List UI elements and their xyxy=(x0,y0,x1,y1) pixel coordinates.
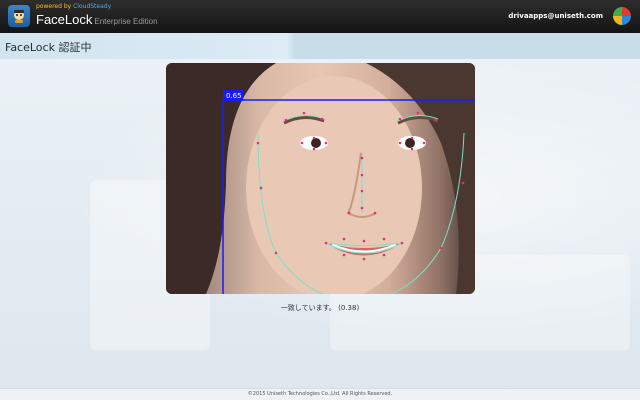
copyright-text: ©2015 Uniseth Technologies Co.,Ltd. All … xyxy=(247,391,393,397)
pupil-right xyxy=(405,138,415,148)
match-status-message: 一致しています。 (0.38) xyxy=(280,304,360,312)
company-pinwheel-logo-icon[interactable] xyxy=(612,6,632,26)
powered-prefix: powered by xyxy=(36,3,72,10)
app-name-text: FaceLock xyxy=(36,12,93,27)
user-email[interactable]: drivaapps@uniseth.com xyxy=(508,12,603,20)
face-detection-overlay: 0.65 xyxy=(166,63,475,294)
title-band: FaceLock 認証中 xyxy=(0,33,640,59)
app-edition: Enterprise Edition xyxy=(94,17,158,26)
pupil-left xyxy=(311,138,321,148)
face-skin xyxy=(246,76,422,294)
camera-preview: 0.65 xyxy=(166,63,475,294)
detection-score: 0.65 xyxy=(226,92,242,100)
footer: ©2015 Uniseth Technologies Co.,Ltd. All … xyxy=(0,388,640,400)
powered-brand: CloudSteady xyxy=(73,3,112,10)
powered-by-label: powered by CloudSteady xyxy=(36,3,111,10)
facelock-logo-icon xyxy=(8,5,30,27)
page-title: FaceLock 認証中 xyxy=(5,41,92,54)
app-name: FaceLock Enterprise Edition xyxy=(36,12,158,27)
app-header: powered by CloudSteady FaceLock Enterpris… xyxy=(0,0,640,33)
